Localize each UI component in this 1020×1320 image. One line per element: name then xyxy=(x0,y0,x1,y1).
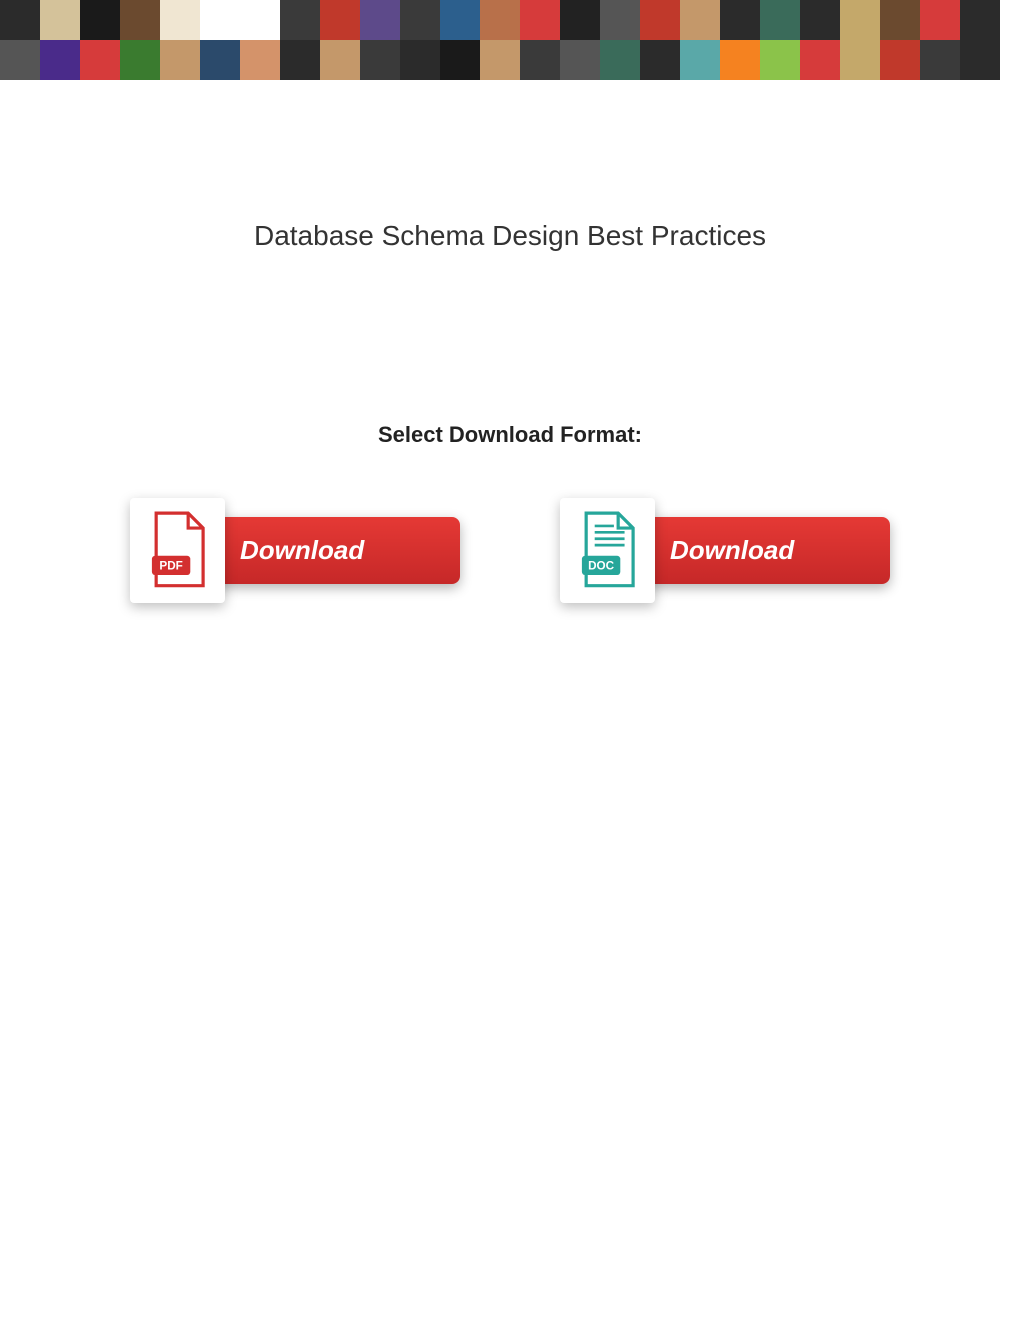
page-title: Database Schema Design Best Practices xyxy=(0,220,1020,252)
banner-tile xyxy=(440,40,480,80)
download-card-pdf[interactable]: PDF Download xyxy=(130,498,460,603)
banner-tile xyxy=(520,0,560,40)
banner-tile xyxy=(480,0,520,40)
banner-tile xyxy=(320,40,360,80)
banner-tile xyxy=(760,40,800,80)
banner-tile xyxy=(280,40,320,80)
pdf-file-icon-box: PDF xyxy=(130,498,225,603)
banner-tile xyxy=(800,40,840,80)
banner-tile xyxy=(400,40,440,80)
banner-tile xyxy=(120,40,160,80)
select-format-label: Select Download Format: xyxy=(0,422,1020,448)
banner-tile xyxy=(40,40,80,80)
banner-tile xyxy=(280,0,320,40)
doc-file-icon-box: DOC xyxy=(560,498,655,603)
banner-tile xyxy=(720,40,760,80)
svg-text:DOC: DOC xyxy=(588,559,615,572)
banner-tile xyxy=(520,40,560,80)
banner-tile xyxy=(840,0,880,40)
banner-tile xyxy=(960,0,1000,40)
banner-tile xyxy=(160,0,200,40)
banner-tile xyxy=(200,0,240,40)
banner-tile xyxy=(40,0,80,40)
banner-tile xyxy=(360,40,400,80)
banner-tile xyxy=(560,40,600,80)
banner-tile xyxy=(800,0,840,40)
banner-collage xyxy=(0,0,1020,80)
banner-tile xyxy=(200,40,240,80)
banner-tile xyxy=(840,40,880,80)
banner-tile xyxy=(680,40,720,80)
banner-tile xyxy=(240,40,280,80)
pdf-file-icon: PDF xyxy=(145,511,210,591)
banner-tile xyxy=(680,0,720,40)
banner-tile xyxy=(640,0,680,40)
svg-text:PDF: PDF xyxy=(159,559,182,572)
banner-tile xyxy=(120,0,160,40)
doc-file-icon: DOC xyxy=(575,511,640,591)
banner-tile xyxy=(600,0,640,40)
banner-tile xyxy=(440,0,480,40)
banner-tile xyxy=(240,0,280,40)
download-doc-button[interactable]: Download xyxy=(640,517,890,584)
banner-tile xyxy=(560,0,600,40)
banner-tile xyxy=(600,40,640,80)
banner-tile xyxy=(360,0,400,40)
banner-tile xyxy=(760,0,800,40)
download-card-doc[interactable]: DOC Download xyxy=(560,498,890,603)
banner-tile xyxy=(0,0,40,40)
banner-tile xyxy=(160,40,200,80)
banner-tile xyxy=(720,0,760,40)
banner-tile xyxy=(80,40,120,80)
download-pdf-button[interactable]: Download xyxy=(210,517,460,584)
banner-tile xyxy=(0,40,40,80)
banner-tile xyxy=(400,0,440,40)
download-row: PDF Download DOC Download xyxy=(0,498,1020,603)
banner-tile xyxy=(920,0,960,40)
banner-tile xyxy=(880,40,920,80)
banner-tile xyxy=(880,0,920,40)
banner-tile xyxy=(960,40,1000,80)
banner-tile xyxy=(80,0,120,40)
banner-tile xyxy=(320,0,360,40)
banner-tile xyxy=(920,40,960,80)
banner-tile xyxy=(480,40,520,80)
banner-tile xyxy=(640,40,680,80)
